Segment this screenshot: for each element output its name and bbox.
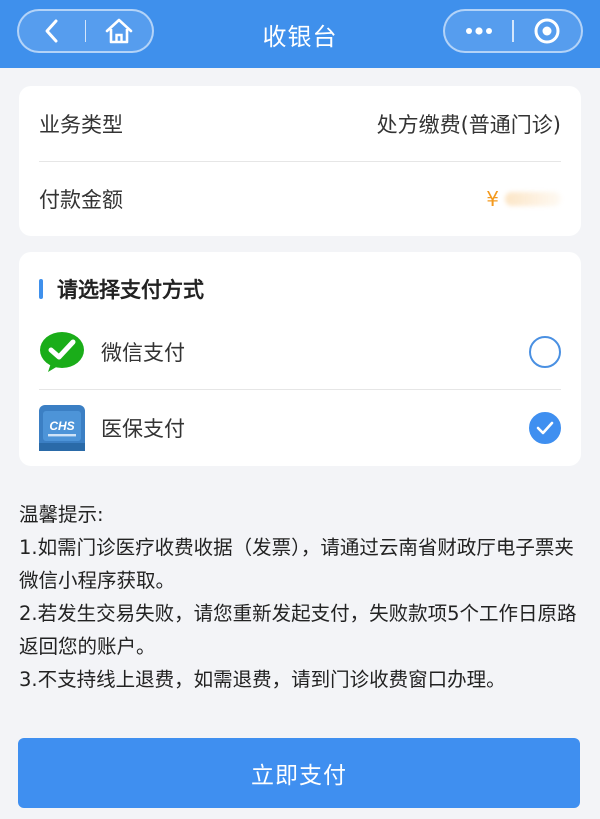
chevron-left-icon [45,19,58,43]
order-info-card: 业务类型 处方缴费(普通门诊) 付款金额 ¥ [19,86,581,236]
tip-item-1: 1.如需门诊医疗收费收据（发票），请通过云南省财政厅电子票夹微信小程序获取。 [19,536,574,592]
checkmark-icon [536,421,554,435]
payment-method-heading: 请选择支付方式 [39,274,204,304]
business-type-value: 处方缴费(普通门诊) [376,112,561,137]
amount-redacted [505,192,561,206]
currency-symbol: ¥ [486,187,499,211]
business-type-label: 业务类型 [39,112,123,137]
tip-item-3: 3.不支持线上退费，如需退费，请到门诊收费窗口办理。 [19,668,506,691]
amount-value: ¥ [486,187,561,211]
payment-option-wechat[interactable]: 微信支付 [39,314,561,390]
top-nav-bar: 收银台 [0,0,600,68]
tip-item-2: 2.若发生交易失败，请您重新发起支付，失败款项5个工作日原路返回您的账户。 [19,602,577,658]
home-button[interactable] [86,11,152,51]
tips-title: 温馨提示: [19,503,104,526]
medical-insurance-pay-label: 医保支付 [101,417,185,441]
nav-capsule-right [443,9,583,53]
heading-accent-bar [39,279,43,299]
payment-method-card: 请选择支付方式 微信支付 CHS 医保支付 [19,252,581,466]
more-dots-icon [465,27,492,35]
pay-now-button[interactable]: 立即支付 [18,738,580,808]
medical-insurance-pay-radio[interactable] [529,412,561,444]
wechat-pay-radio[interactable] [529,335,561,368]
home-icon [105,18,133,44]
chs-icon-text: CHS [49,419,74,433]
warm-tips: 温馨提示: 1.如需门诊医疗收费收据（发票），请通过云南省财政厅电子票夹微信小程… [19,498,585,696]
chs-medical-insurance-icon: CHS [39,405,85,451]
amount-row: 付款金额 ¥ [39,162,561,236]
close-miniprogram-button[interactable] [514,11,581,51]
payment-method-title: 请选择支付方式 [57,278,204,302]
business-type-row: 业务类型 处方缴费(普通门诊) [39,86,561,162]
back-button[interactable] [19,11,85,51]
target-close-icon [534,18,560,44]
payment-option-medical-insurance[interactable]: CHS 医保支付 [39,390,561,466]
wechat-pay-label: 微信支付 [101,340,185,365]
amount-label: 付款金额 [39,188,123,212]
wechat-pay-icon [40,331,84,372]
more-button[interactable] [445,11,512,51]
nav-capsule-left [17,9,154,53]
